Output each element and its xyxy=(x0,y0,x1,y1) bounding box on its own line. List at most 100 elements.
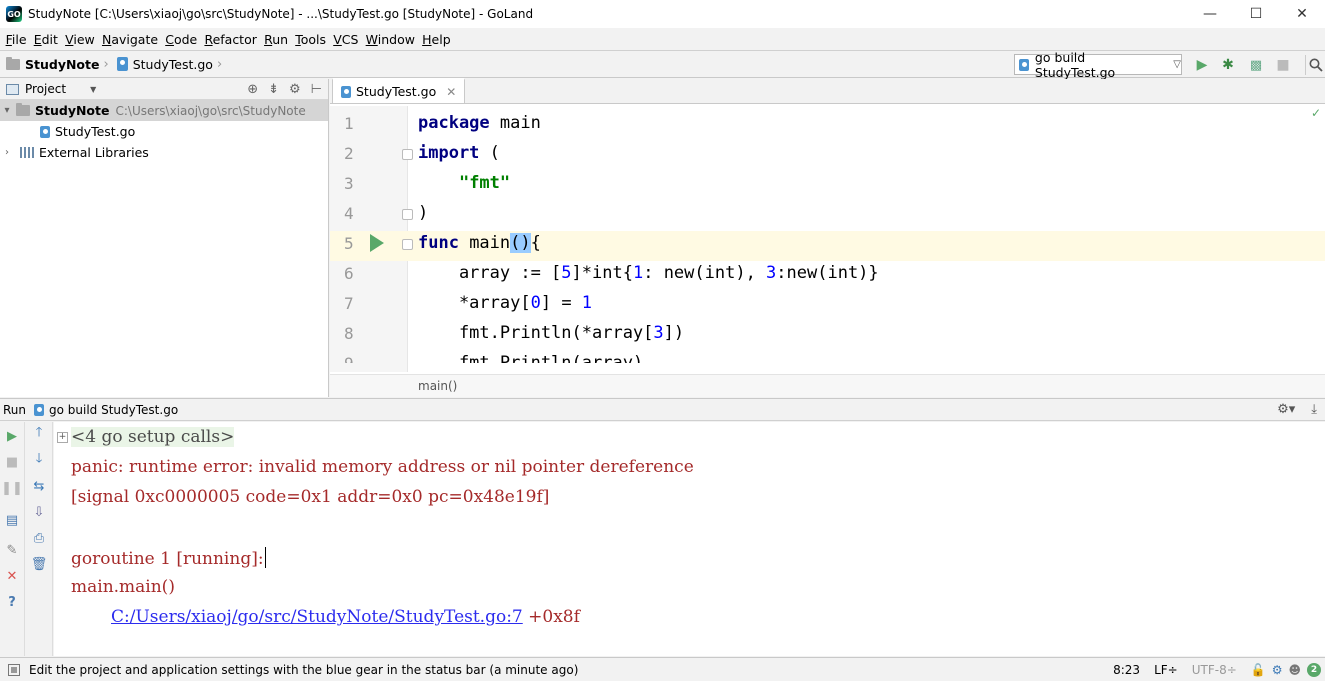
close-icon[interactable]: ✕ xyxy=(4,568,20,584)
soft-wrap-icon[interactable]: ⇆ xyxy=(31,478,47,494)
console-line: + <4 go setup calls> xyxy=(54,422,1325,452)
code-line-current: 5 func main(){ xyxy=(330,231,1325,261)
line-number: 8 xyxy=(344,324,354,343)
arrow-down-icon[interactable]: 🡓 xyxy=(31,451,47,468)
chevron-right-icon: › xyxy=(103,56,109,72)
menu-window[interactable]: Window xyxy=(362,32,418,47)
chevron-right-icon: › xyxy=(216,56,223,72)
lock-icon[interactable]: 🔓 xyxy=(1251,663,1266,677)
chevron-down-icon: ▽ xyxy=(1173,59,1181,70)
layout-icon[interactable]: ▤ xyxy=(4,512,20,528)
code-editor[interactable]: 1 package main 2 import ( 3 "fmt" 4 ) 5 … xyxy=(330,111,1325,363)
search-icon[interactable] xyxy=(1305,55,1325,75)
folded-setup-calls[interactable]: <4 go setup calls> xyxy=(71,427,235,447)
run-panel-header: Run go build StudyTest.go ⚙▾ ⤓ xyxy=(0,398,1325,421)
library-icon xyxy=(20,147,34,158)
run-with-coverage-icon[interactable]: ▩ xyxy=(1246,55,1266,75)
source-file-link[interactable]: C:/Users/xiaoj/go/src/StudyNote/StudyTes… xyxy=(111,607,523,627)
line-number: 9 xyxy=(344,354,374,363)
stop-icon[interactable]: ■ xyxy=(1273,55,1293,75)
console-line: C:/Users/xiaoj/go/src/StudyNote/StudyTes… xyxy=(54,602,1325,632)
stack-function: main.main() xyxy=(71,577,175,597)
menu-vcs[interactable]: VCS xyxy=(330,32,362,47)
code-line: 1 package main xyxy=(344,113,541,133)
maximize-button[interactable]: ☐ xyxy=(1233,0,1279,28)
minimize-button[interactable]: — xyxy=(1187,0,1233,28)
project-panel-header: Project ▼ ⊕ ⇟ ⚙ ⊢ xyxy=(0,79,328,100)
project-root-path: C:\Users\xiaoj\go\src\StudyNote xyxy=(115,103,306,118)
hide-panel-icon[interactable]: ⤓ xyxy=(1311,402,1317,417)
project-tool-window: Project ▼ ⊕ ⇟ ⚙ ⊢ ▾ StudyNote C:\Users\x… xyxy=(0,79,329,397)
editor-breadcrumb-label: main() xyxy=(418,379,458,393)
arrow-up-icon[interactable]: 🡑 xyxy=(31,425,47,442)
line-number: 1 xyxy=(344,114,354,133)
goroutine-message: goroutine 1 [running]: xyxy=(71,549,264,569)
line-number: 6 xyxy=(344,264,354,283)
project-view-selector[interactable]: Project ▼ xyxy=(0,82,96,96)
gear-icon[interactable]: ⚙▾ xyxy=(1277,402,1295,417)
menu-run[interactable]: Run xyxy=(260,32,291,47)
console-line: panic: runtime error: invalid memory add… xyxy=(54,452,1325,482)
help-icon[interactable]: ? xyxy=(4,594,20,610)
breadcrumb-project[interactable]: StudyNote › xyxy=(0,56,115,72)
folder-icon xyxy=(16,103,30,116)
menu-refactor[interactable]: Refactor xyxy=(201,32,261,47)
file-encoding[interactable]: UTF-8÷ xyxy=(1192,663,1237,677)
breadcrumb-file[interactable]: StudyTest.go › xyxy=(115,57,228,72)
hide-panel-icon[interactable]: ⊢ xyxy=(311,82,322,97)
tool-windows-icon[interactable] xyxy=(8,663,20,676)
fold-icon[interactable] xyxy=(402,209,413,220)
collapse-all-icon[interactable]: ⇟ xyxy=(268,82,279,97)
fold-icon[interactable] xyxy=(402,239,413,250)
editor-breadcrumb[interactable]: main() xyxy=(330,374,1325,397)
go-file-icon xyxy=(40,125,50,138)
scroll-from-source-icon[interactable]: ⊕ xyxy=(247,82,258,97)
caret-position[interactable]: 8:23 xyxy=(1113,663,1140,677)
inspector-icon[interactable]: ☻ xyxy=(1288,663,1301,677)
print-icon[interactable]: ⎙ xyxy=(31,530,47,546)
menu-view[interactable]: View xyxy=(62,32,99,47)
menu-edit[interactable]: Edit xyxy=(30,32,61,47)
code-line: 3 "fmt" xyxy=(344,173,511,193)
stop-icon[interactable]: ■ xyxy=(4,454,20,470)
debug-icon[interactable]: ✱ xyxy=(1218,55,1238,75)
menu-code[interactable]: Code xyxy=(162,32,201,47)
close-window-button[interactable]: ✕ xyxy=(1279,0,1325,28)
gear-icon[interactable]: ⚙ xyxy=(289,82,301,97)
tab-studytest-go[interactable]: StudyTest.go ✕ xyxy=(332,78,466,103)
menu-file[interactable]: File xyxy=(2,32,30,47)
menu-help[interactable]: Help xyxy=(419,32,455,47)
tree-item-external-libraries[interactable]: › External Libraries xyxy=(0,142,328,163)
chevron-right-icon[interactable]: › xyxy=(0,147,14,158)
tree-item-file[interactable]: StudyTest.go xyxy=(0,121,328,142)
fold-icon[interactable] xyxy=(402,149,413,160)
status-message[interactable]: Edit the project and application setting… xyxy=(29,663,578,677)
goland-app-icon: GO xyxy=(6,6,22,22)
run-gutter-icon[interactable] xyxy=(370,234,384,252)
chevron-down-icon: ▼ xyxy=(90,84,97,94)
chevron-down-icon[interactable]: ▾ xyxy=(0,105,14,116)
breadcrumb-file-label: StudyTest.go xyxy=(132,56,213,72)
run-configuration-dropdown[interactable]: go build StudyTest.go ▽ xyxy=(1014,50,1182,80)
menu-navigate[interactable]: Navigate xyxy=(98,32,161,47)
rerun-icon[interactable]: ▶ xyxy=(4,428,20,444)
tree-item-project-root[interactable]: ▾ StudyNote C:\Users\xiaoj\go\src\StudyN… xyxy=(0,100,328,121)
gear-icon[interactable]: ⚙ xyxy=(1272,663,1283,677)
run-tab-label[interactable]: go build StudyTest.go xyxy=(49,403,178,417)
event-log-badge[interactable]: 2 xyxy=(1307,662,1321,677)
expand-icon[interactable]: + xyxy=(57,432,68,443)
pause-icon[interactable]: ❚❚ xyxy=(1,480,23,496)
line-separator[interactable]: LF÷ xyxy=(1154,663,1178,677)
navigation-bar: StudyNote › StudyTest.go › go build Stud… xyxy=(0,50,1325,80)
trash-icon[interactable]: 🗑 xyxy=(31,556,48,572)
pin-icon[interactable]: ✎ xyxy=(4,542,20,558)
line-number: 3 xyxy=(344,174,354,193)
run-icon[interactable]: ▶ xyxy=(1192,55,1212,75)
console-line: goroutine 1 [running]: xyxy=(54,542,1325,572)
run-console[interactable]: + <4 go setup calls> panic: runtime erro… xyxy=(54,422,1325,656)
code-line: 8 fmt.Println(*array[3]) xyxy=(344,323,685,343)
tab-label: StudyTest.go xyxy=(356,84,437,99)
menu-tools[interactable]: Tools xyxy=(292,32,330,47)
scroll-to-end-icon[interactable]: ⇩ xyxy=(31,504,47,520)
close-tab-icon[interactable]: ✕ xyxy=(446,85,456,99)
